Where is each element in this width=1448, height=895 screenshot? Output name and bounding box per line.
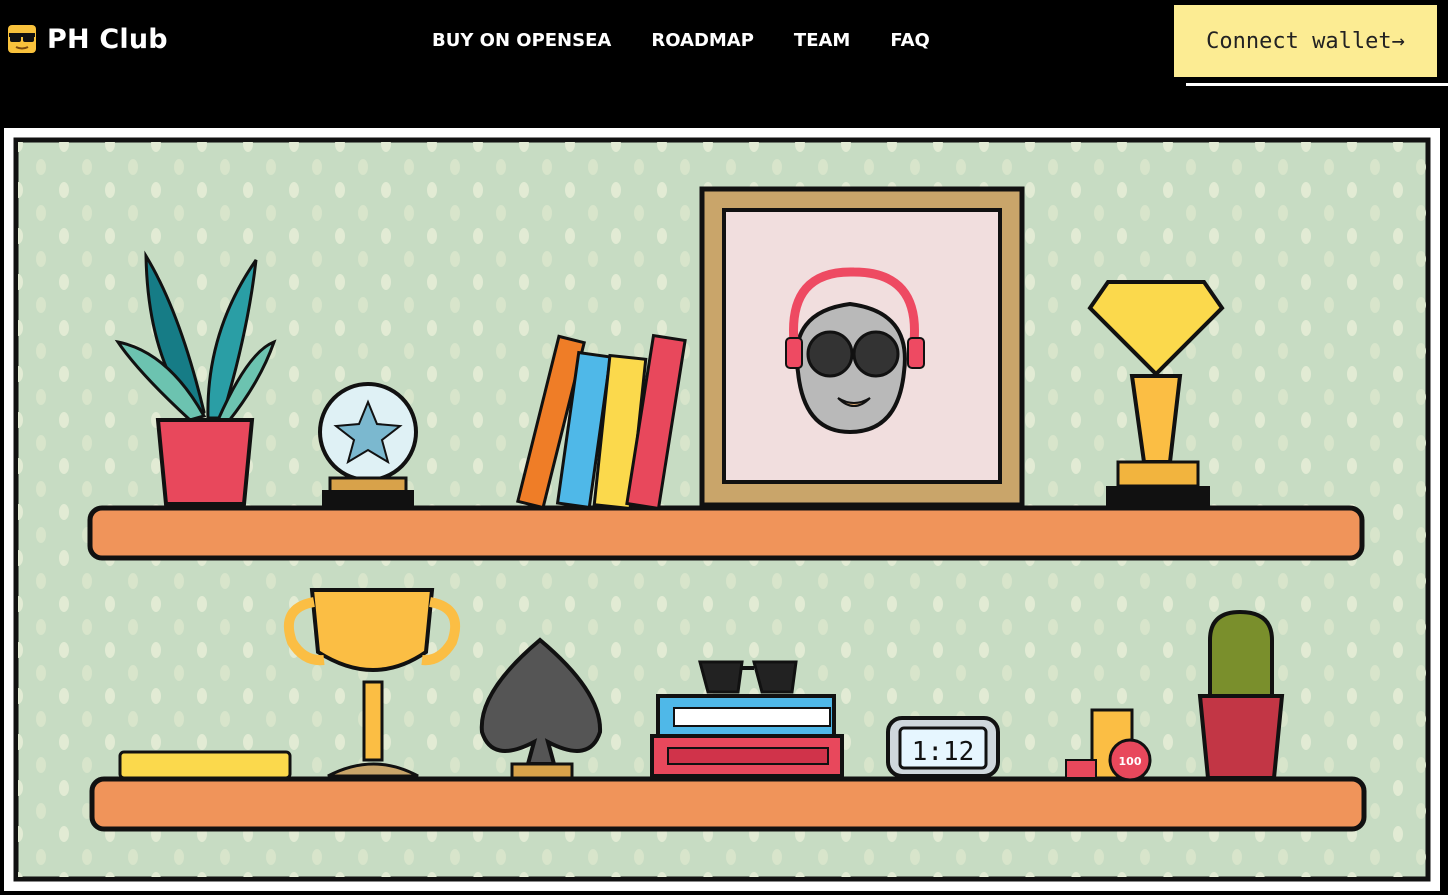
star-globe-icon — [318, 382, 418, 506]
shelf-bottom — [89, 776, 1367, 832]
nav-buy-on-opensea[interactable]: BUY ON OPENSEA — [432, 30, 611, 51]
hero-frame: 1:12 100 — [4, 128, 1440, 891]
portrait-frame-icon — [699, 186, 1025, 508]
brand-name: PH Club — [47, 23, 168, 55]
button-underline — [1186, 83, 1448, 86]
yellow-book-icon — [118, 750, 292, 780]
nav-faq[interactable]: FAQ — [890, 30, 929, 51]
brand-logo[interactable]: PH Club — [5, 22, 168, 56]
clock-time: 1:12 — [912, 737, 975, 767]
shelf-top — [87, 505, 1365, 561]
connect-wallet-button[interactable]: Connect wallet→ — [1174, 5, 1437, 77]
sunglasses-emoji-icon — [8, 25, 36, 53]
shelf-illustration: 1:12 100 — [13, 137, 1431, 882]
chip-value: 100 — [1119, 755, 1142, 768]
digital-clock-icon: 1:12 — [886, 716, 1000, 778]
nav-roadmap[interactable]: ROADMAP — [651, 30, 754, 51]
cactus-icon — [1197, 609, 1285, 780]
site-header: PH Club BUY ON OPENSEA ROADMAP TEAM FAQ … — [0, 0, 1448, 128]
main-nav: BUY ON OPENSEA ROADMAP TEAM FAQ — [432, 30, 930, 51]
nav-team[interactable]: TEAM — [794, 30, 850, 51]
